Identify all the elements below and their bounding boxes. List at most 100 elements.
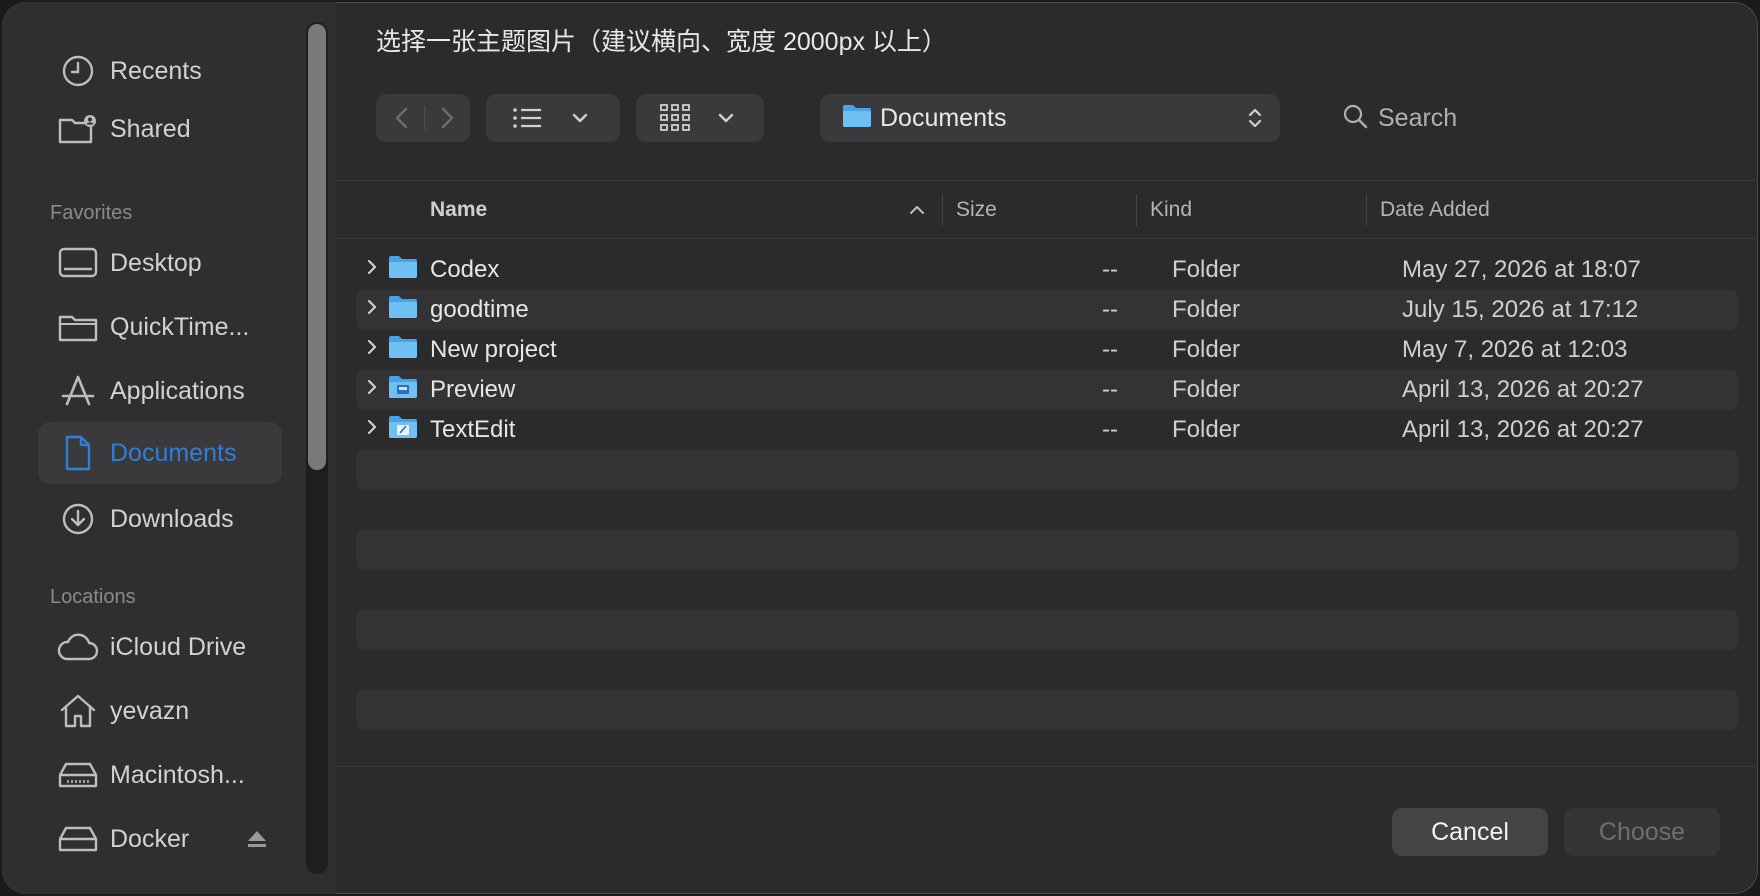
chevron-down-icon [716,108,736,128]
list-view-button[interactable] [486,94,620,142]
file-date-added: May 7, 2026 at 12:03 [1402,336,1628,363]
sidebar-scrollbar-thumb[interactable] [308,24,326,470]
disclosure-chevron-icon[interactable] [364,256,380,284]
column-header-size[interactable]: Size [956,182,997,238]
file-list: Codex -- Folder May 27, 2026 at 18:07 go… [356,250,1738,450]
group-view-button[interactable] [636,94,764,142]
disclosure-chevron-icon[interactable] [364,336,380,364]
column-header-kind[interactable]: Kind [1150,182,1192,238]
footer-divider [336,766,1758,767]
search-placeholder: Search [1378,103,1458,132]
sort-ascending-icon [908,182,926,238]
table-row-textedit[interactable]: TextEdit -- Folder April 13, 2026 at 20:… [356,410,1738,450]
grid-icon [660,104,690,132]
table-row-codex[interactable]: Codex -- Folder May 27, 2026 at 18:07 [356,250,1738,290]
file-name: TextEdit [430,416,516,443]
table-row-goodtime[interactable]: goodtime -- Folder July 15, 2026 at 17:1… [356,290,1738,330]
sidebar-item-label: Applications [110,376,245,405]
location-label: Documents [880,103,1007,132]
folder-icon [388,295,418,326]
file-kind: Folder [1172,416,1241,443]
sidebar-item-label: QuickTime... [110,312,250,341]
column-divider [942,194,943,226]
sidebar-item-label: Docker [110,824,190,853]
sidebar-item-label: Macintosh... [110,760,245,789]
clock-icon [54,51,102,91]
sidebar-item-label: iCloud Drive [110,632,247,661]
cloud-icon [54,627,102,667]
shared-folder-icon [54,109,102,149]
file-name: Preview [430,376,516,403]
sidebar-item-documents[interactable]: Documents [38,422,282,484]
file-kind: Folder [1172,296,1241,323]
list-view-icon [512,106,542,130]
folder-icon [842,104,872,133]
home-icon [54,691,102,731]
sidebar-item-recents[interactable]: Recents [38,40,282,102]
sidebar-section-locations: Locations [50,586,136,608]
file-name: New project [430,336,557,363]
disclosure-chevron-icon[interactable] [364,376,380,404]
file-date-added: April 13, 2026 at 20:27 [1402,376,1644,403]
sidebar-item-downloads[interactable]: Downloads [38,488,282,550]
sidebar-item-desktop[interactable]: Desktop [38,232,282,294]
dialog-title: 选择一张主题图片（建议横向、宽度 2000px 以上） [376,28,947,56]
search-field[interactable]: Search [1332,94,1722,142]
disclosure-chevron-icon[interactable] [364,296,380,324]
empty-row [356,610,1738,650]
empty-row [356,530,1738,570]
folder-icon [388,335,418,366]
column-header-row: Name Size Kind Date Added [336,182,1758,239]
cancel-button[interactable]: Cancel [1392,808,1548,856]
sidebar-item-icloud-drive[interactable]: iCloud Drive [38,616,282,678]
sidebar-item-label: Shared [110,114,191,143]
toolbar-divider [336,180,1758,181]
nav-divider [424,106,425,130]
disk-icon [54,755,102,795]
choose-button[interactable]: Choose [1564,808,1720,856]
sidebar-item-docker[interactable]: Docker [38,808,282,870]
sidebar-item-label: Documents [110,438,237,467]
back-button[interactable] [388,104,416,132]
preview-folder-icon [388,375,418,406]
column-header-name[interactable]: Name [430,182,487,238]
file-size: -- [1102,296,1118,323]
document-icon [54,433,102,473]
sidebar-item-home[interactable]: yevazn [38,680,282,742]
sidebar-item-label: yevazn [110,696,190,725]
disk-icon [54,819,102,859]
column-header-date-added[interactable]: Date Added [1380,182,1490,238]
table-row-preview[interactable]: Preview -- Folder April 13, 2026 at 20:2… [356,370,1738,410]
applications-icon [54,371,102,411]
desktop-icon [54,243,102,283]
file-kind: Folder [1172,376,1241,403]
sidebar-item-macintosh-hd[interactable]: Macintosh... [38,744,282,806]
folder-icon [54,307,102,347]
file-size: -- [1102,256,1118,283]
open-file-dialog: Recents Shared Favorites Desktop QuickTi… [2,2,1758,894]
location-popup[interactable]: Documents [820,94,1280,142]
file-size: -- [1102,376,1118,403]
sidebar-item-label: Desktop [110,248,202,277]
file-kind: Folder [1172,336,1241,363]
sidebar-item-shared[interactable]: Shared [38,98,282,160]
file-date-added: May 27, 2026 at 18:07 [1402,256,1641,283]
textedit-folder-icon [388,415,418,446]
empty-row [356,450,1738,490]
folder-icon [388,255,418,286]
disclosure-chevron-icon[interactable] [364,416,380,444]
sidebar-item-label: Recents [110,56,202,85]
table-row-new-project[interactable]: New project -- Folder May 7, 2026 at 12:… [356,330,1738,370]
file-date-added: July 15, 2026 at 17:12 [1402,296,1639,323]
sidebar-item-applications[interactable]: Applications [38,360,282,422]
up-down-chevron-icon [1246,106,1264,135]
sidebar-item-quicktime[interactable]: QuickTime... [38,296,282,358]
column-divider [1366,194,1367,226]
sidebar: Recents Shared Favorites Desktop QuickTi… [2,2,336,894]
file-kind: Folder [1172,256,1241,283]
nav-buttons [376,94,470,142]
file-name: Codex [430,256,500,283]
eject-icon[interactable] [246,828,268,857]
forward-button[interactable] [433,104,461,132]
sidebar-section-favorites: Favorites [50,202,133,224]
